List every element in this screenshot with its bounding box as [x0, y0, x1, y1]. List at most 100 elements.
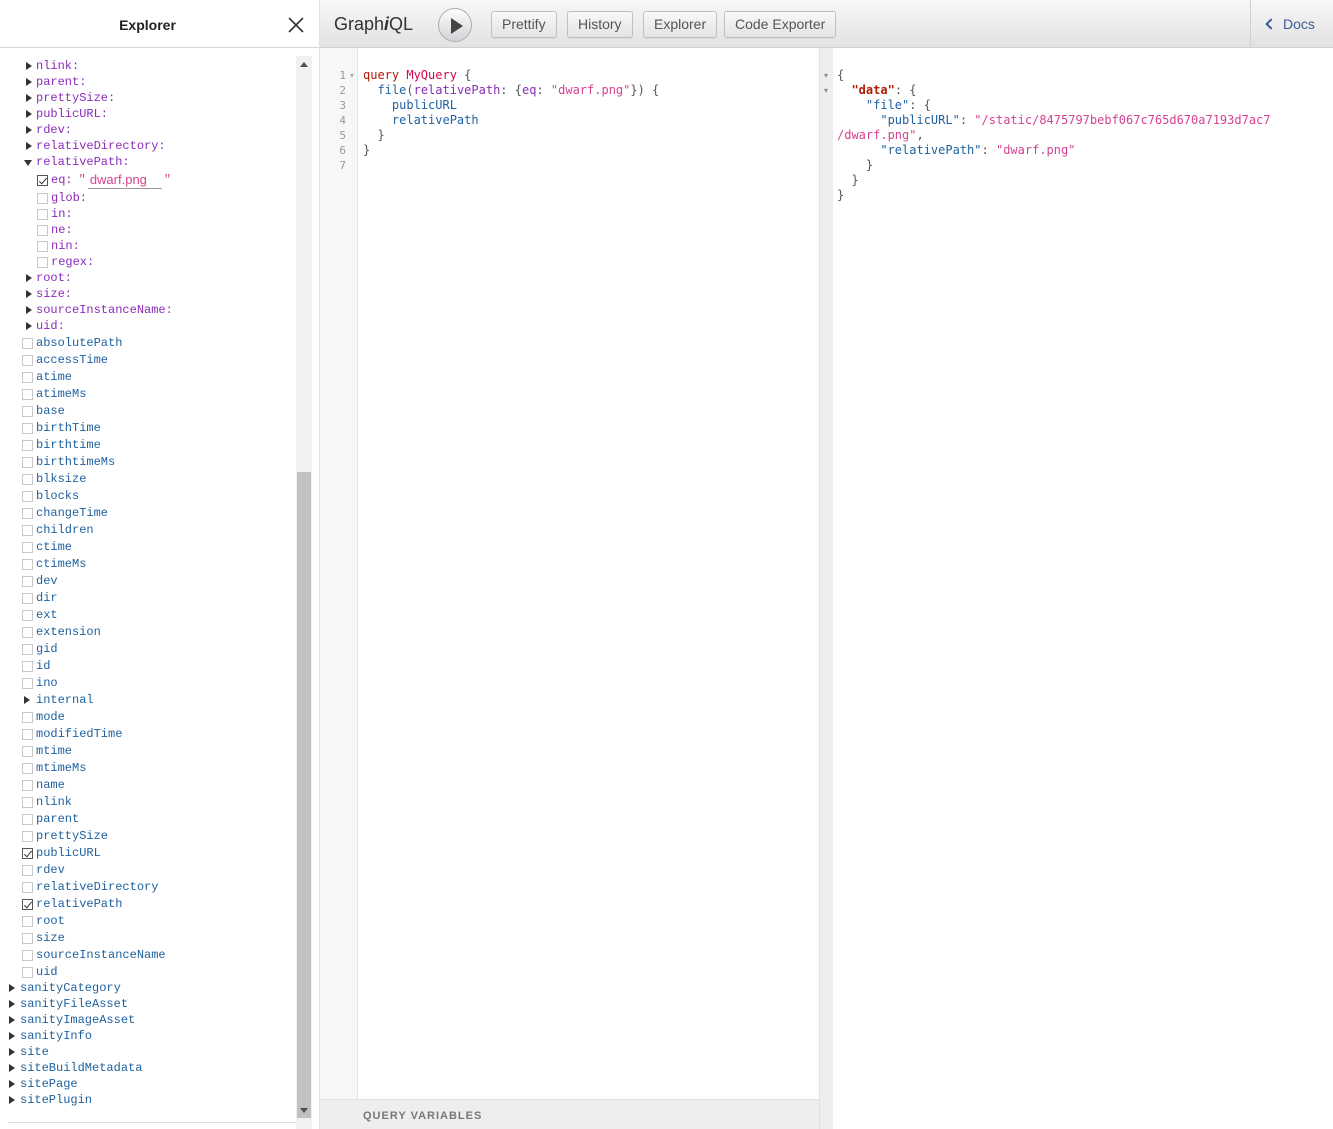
arg-publicurl[interactable]: publicURL:: [24, 106, 108, 122]
checkbox[interactable]: [22, 592, 33, 604]
checkbox[interactable]: [37, 192, 48, 204]
field-row[interactable]: dir: [22, 590, 58, 606]
checkbox[interactable]: [22, 541, 33, 553]
root-type-row[interactable]: siteBuildMetadata: [7, 1060, 142, 1076]
op-ne[interactable]: ne:: [37, 222, 73, 238]
arg-sourceinstancename[interactable]: sourceInstanceName:: [24, 302, 173, 318]
checkbox[interactable]: [22, 558, 33, 570]
field-row[interactable]: dev: [22, 573, 58, 589]
checkbox[interactable]: [22, 796, 33, 808]
eq-value-input[interactable]: dwarf.png: [87, 172, 162, 189]
checkbox[interactable]: [22, 439, 33, 451]
checkbox[interactable]: [22, 762, 33, 774]
field-row[interactable]: id: [22, 658, 50, 674]
code-exporter-button[interactable]: Code Exporter: [724, 11, 837, 38]
arg-relativedirectory[interactable]: relativeDirectory:: [24, 138, 166, 154]
field-row[interactable]: parent: [22, 811, 79, 827]
field-row[interactable]: base: [22, 403, 65, 419]
checkbox[interactable]: [22, 881, 33, 893]
arg-relativepath[interactable]: relativePath:: [24, 154, 130, 170]
checkbox[interactable]: [22, 830, 33, 842]
checkbox[interactable]: [22, 898, 33, 910]
field-row[interactable]: relativeDirectory: [22, 879, 158, 895]
checkbox[interactable]: [22, 932, 33, 944]
explorer-scrollbar[interactable]: [296, 56, 312, 1129]
checkbox[interactable]: [22, 864, 33, 876]
checkbox[interactable]: [22, 507, 33, 519]
docs-button[interactable]: Docs: [1265, 16, 1315, 32]
field-row[interactable]: mode: [22, 709, 65, 725]
field-row[interactable]: size: [22, 930, 65, 946]
checkbox[interactable]: [22, 643, 33, 655]
field-row[interactable]: publicURL: [22, 845, 101, 861]
op-eq[interactable]: eq: " dwarf.png ": [37, 172, 171, 189]
checkbox[interactable]: [37, 240, 48, 252]
checkbox[interactable]: [37, 224, 48, 236]
fold-arrow-icon[interactable]: ▾: [350, 68, 354, 83]
arg-root[interactable]: root:: [24, 270, 72, 286]
field-row[interactable]: children: [22, 522, 94, 538]
root-type-row[interactable]: sitePage: [7, 1076, 78, 1092]
op-regex[interactable]: regex:: [37, 254, 94, 270]
checkbox[interactable]: [22, 354, 33, 366]
checkbox[interactable]: [22, 524, 33, 536]
root-type-row[interactable]: sanityCategory: [7, 980, 121, 996]
field-row[interactable]: prettySize: [22, 828, 108, 844]
checkbox[interactable]: [22, 422, 33, 434]
field-row[interactable]: sourceInstanceName: [22, 947, 166, 963]
field-row[interactable]: ctime: [22, 539, 72, 555]
arg-uid[interactable]: uid:: [24, 318, 65, 334]
checkbox[interactable]: [22, 609, 33, 621]
checkbox[interactable]: [37, 256, 48, 268]
field-row[interactable]: birthtime: [22, 437, 101, 453]
arg-size[interactable]: size:: [24, 286, 72, 302]
field-row[interactable]: mtimeMs: [22, 760, 86, 776]
checkbox[interactable]: [37, 174, 48, 186]
field-row[interactable]: ino: [22, 675, 58, 691]
explorer-horizontal-scrollbar[interactable]: [8, 1122, 296, 1129]
op-glob[interactable]: glob:: [37, 190, 87, 206]
checkbox[interactable]: [22, 388, 33, 400]
checkbox[interactable]: [22, 847, 33, 859]
op-nin[interactable]: nin:: [37, 238, 80, 254]
checkbox[interactable]: [22, 626, 33, 638]
scroll-up-icon[interactable]: [300, 62, 308, 67]
checkbox[interactable]: [22, 337, 33, 349]
field-row[interactable]: blksize: [22, 471, 86, 487]
explorer-button[interactable]: Explorer: [643, 11, 718, 38]
checkbox[interactable]: [22, 677, 33, 689]
field-row[interactable]: internal: [22, 692, 94, 708]
field-row[interactable]: atime: [22, 369, 72, 385]
field-row[interactable]: mtime: [22, 743, 72, 759]
checkbox[interactable]: [22, 915, 33, 927]
root-type-row[interactable]: sanityImageAsset: [7, 1012, 135, 1028]
close-icon[interactable]: [286, 15, 306, 35]
scrollbar-thumb[interactable]: [297, 472, 311, 1118]
field-row[interactable]: atimeMs: [22, 386, 86, 402]
checkbox[interactable]: [22, 711, 33, 723]
op-in[interactable]: in:: [37, 206, 73, 222]
checkbox[interactable]: [22, 813, 33, 825]
checkbox[interactable]: [22, 779, 33, 791]
prettify-button[interactable]: Prettify: [491, 11, 557, 38]
field-row[interactable]: ext: [22, 607, 58, 623]
field-row[interactable]: accessTime: [22, 352, 108, 368]
field-row[interactable]: rdev: [22, 862, 65, 878]
query-editor[interactable]: 1 ▾ 2 3 4 5 6 7 query MyQuery { file(rel…: [320, 48, 819, 1099]
field-row[interactable]: root: [22, 913, 65, 929]
run-query-button[interactable]: [438, 8, 472, 42]
checkbox[interactable]: [22, 456, 33, 468]
field-row[interactable]: uid: [22, 964, 58, 980]
checkbox[interactable]: [22, 371, 33, 383]
editor-result-divider[interactable]: ▾ ▾: [819, 48, 833, 1129]
checkbox[interactable]: [22, 473, 33, 485]
checkbox[interactable]: [22, 660, 33, 672]
field-row[interactable]: absolutePath: [22, 335, 122, 351]
checkbox[interactable]: [22, 490, 33, 502]
field-row[interactable]: ctimeMs: [22, 556, 86, 572]
query-variables-bar[interactable]: QUERY VARIABLES: [320, 1099, 819, 1129]
root-type-row[interactable]: sitePlugin: [7, 1092, 92, 1108]
arg-prettysize[interactable]: prettySize:: [24, 90, 115, 106]
field-row[interactable]: extension: [22, 624, 101, 640]
field-row[interactable]: gid: [22, 641, 58, 657]
